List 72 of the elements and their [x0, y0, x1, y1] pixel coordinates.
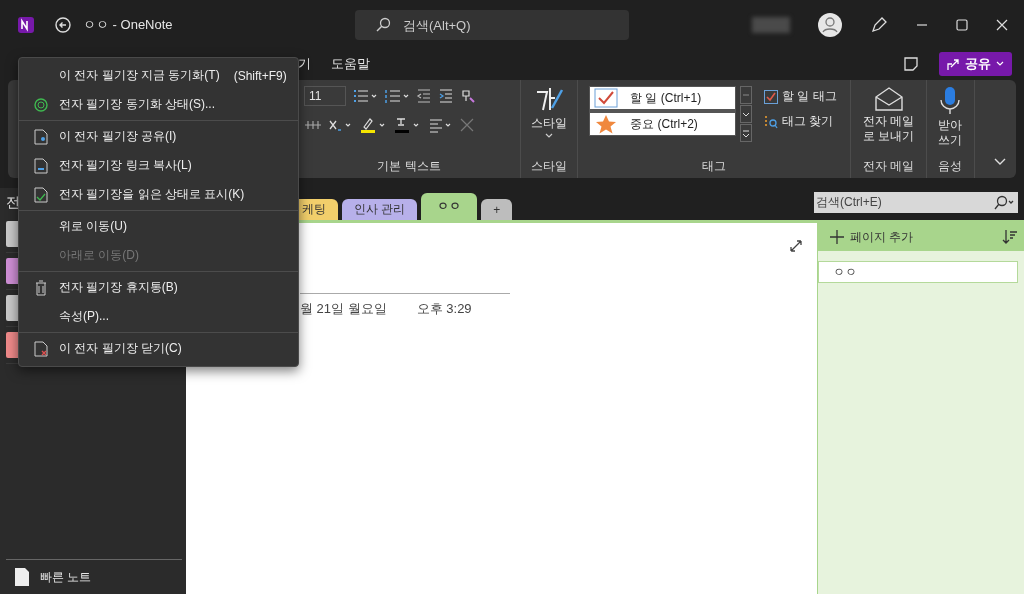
email-page-button[interactable]: 전자 메일로 보내기 [857, 86, 921, 144]
section-tab[interactable]: ㅇㅇ [421, 193, 478, 220]
back-icon[interactable] [55, 17, 71, 33]
document-link-icon [34, 157, 48, 174]
plus-icon [830, 230, 844, 244]
checkmark-icon [594, 88, 619, 108]
strikethrough-icon[interactable] [304, 119, 322, 131]
blurred-account-name [752, 17, 790, 33]
context-menu-item[interactable]: 전자 필기장 링크 복사(L) [19, 151, 298, 180]
group-label: 기본 텍스트 [377, 158, 441, 175]
style-button[interactable]: 스타일 [527, 86, 571, 139]
page-item[interactable]: ㅇㅇ [818, 261, 1018, 283]
context-menu-item[interactable]: 이 전자 필기장 지금 동기화(T) (Shift+F9) [19, 61, 298, 90]
chevron-down-icon [996, 61, 1004, 67]
bullet-list-icon[interactable] [352, 88, 378, 104]
menu-tab[interactable]: 기 [298, 55, 311, 73]
font-size-dropdown[interactable]: 11 [304, 86, 346, 106]
section-tab[interactable]: 인사 관리 [342, 199, 418, 220]
section-search-field[interactable]: 검색(Ctrl+E) [814, 191, 1018, 213]
sync-icon [34, 97, 48, 112]
page-time: 오후 3:29 [416, 300, 472, 318]
quick-notes-item[interactable]: 빠른 노트 [6, 559, 182, 594]
expand-gallery-icon[interactable] [740, 124, 753, 142]
context-menu-item[interactable]: 이 전자 필기장 공유(I) [19, 122, 298, 151]
envelope-icon [873, 86, 904, 112]
context-menu-item[interactable]: 전자 필기장 동기화 상태(S)... [19, 90, 298, 119]
document-share-icon [34, 128, 48, 145]
app-logo-icon [18, 17, 34, 33]
menu-tab[interactable]: 도움말 [331, 55, 370, 73]
group-label: 스타일 [531, 158, 567, 175]
section-tab[interactable]: + [481, 199, 513, 220]
tag-item[interactable]: 중요 (Ctrl+2) [590, 113, 736, 135]
decrease-indent-icon[interactable] [416, 88, 432, 104]
avatar-icon[interactable] [818, 13, 842, 37]
sidebar-header: 전 [6, 194, 20, 212]
search-icon [375, 17, 391, 33]
group-label: 전자 메일 [862, 158, 915, 175]
group-label: 태그 [702, 158, 726, 175]
window-title: ㅇㅇ - OneNote [83, 16, 174, 34]
tag-action-button[interactable]: 태그 찾기 [762, 111, 839, 132]
numbered-list-icon[interactable] [384, 88, 410, 104]
context-menu-item[interactable]: 전자 필기장 휴지통(B) [19, 273, 298, 302]
microphone-icon [938, 86, 963, 116]
expand-icon[interactable] [789, 239, 803, 253]
chevron-down-icon [545, 133, 553, 139]
document-check-icon [34, 186, 48, 203]
document-close-icon [34, 340, 48, 357]
search-icon[interactable] [993, 194, 1015, 211]
trash-icon [35, 279, 47, 296]
tag-action-button[interactable]: 할 일 태그 [762, 86, 839, 107]
tag-item[interactable]: 할 일 (Ctrl+1) [590, 87, 736, 109]
search-icon [764, 114, 779, 129]
sort-icon[interactable] [1002, 229, 1018, 245]
scroll-down-icon[interactable] [740, 105, 753, 123]
page-icon [14, 567, 30, 587]
context-menu-item[interactable]: 이 전자 필기장 닫기(C) [19, 334, 298, 363]
context-menu-item[interactable]: 속성(P)... [19, 302, 298, 331]
group-label: 음성 [938, 158, 963, 175]
increase-indent-icon[interactable] [438, 88, 454, 104]
maximize-icon[interactable] [956, 19, 968, 31]
clear-format-icon[interactable] [460, 118, 474, 132]
share-icon [947, 57, 960, 71]
pen-icon[interactable] [870, 16, 888, 34]
checkbox-icon [764, 89, 779, 104]
collapse-ribbon-icon[interactable] [994, 158, 1006, 166]
dictate-button[interactable]: 받아쓰기 [933, 86, 968, 148]
close-icon[interactable] [996, 19, 1008, 31]
sticky-note-icon[interactable] [903, 56, 919, 72]
format-painter-icon[interactable] [460, 88, 476, 104]
page-date: 월 21일 월요일 [300, 300, 387, 318]
search-field[interactable]: 검색(Alt+Q) [355, 10, 629, 40]
share-button[interactable]: 공유 [939, 52, 1012, 76]
